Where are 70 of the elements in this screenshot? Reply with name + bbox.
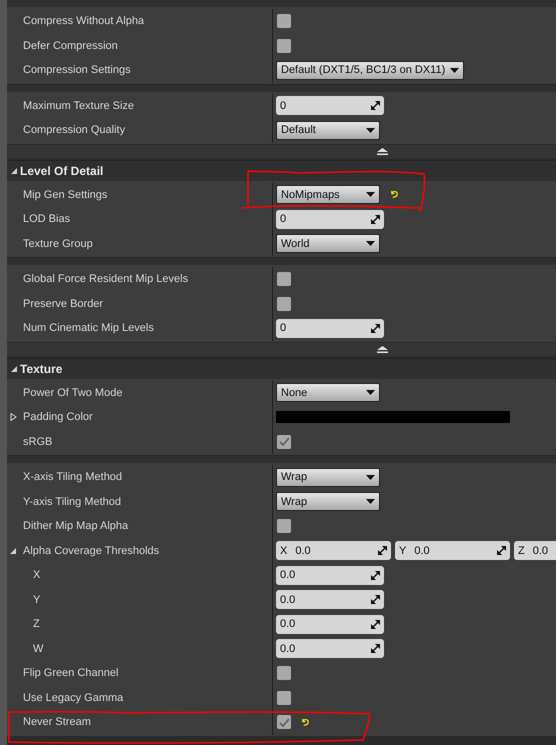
section-header[interactable]: Level Of Detail: [7, 160, 556, 180]
drag-arrows-icon: [378, 546, 387, 556]
property-label: X: [32, 568, 40, 583]
checkbox[interactable]: [277, 14, 291, 28]
property-label: Compression Quality: [22, 123, 126, 138]
number-field[interactable]: 0.0: [276, 614, 384, 634]
number-field[interactable]: 0: [276, 96, 384, 116]
color-swatch[interactable]: [276, 411, 510, 424]
property-label: Use Legacy Gamma: [22, 690, 124, 706]
dropdown-caret-icon: [450, 68, 459, 73]
dropdown[interactable]: Wrap: [276, 468, 380, 487]
drag-arrows-icon: [371, 644, 380, 654]
property-label: Mip Gen Settings: [22, 188, 108, 202]
property-label: Dither Mip Map Alpha: [22, 519, 128, 534]
checkbox[interactable]: [277, 38, 291, 53]
property-label: Compress Without Alpha: [22, 14, 144, 29]
property-label: LOD Bias: [22, 212, 70, 227]
dropdown[interactable]: None: [276, 383, 380, 402]
property-label: Defer Compression: [22, 38, 118, 54]
property-label: Y-axis Tiling Method: [22, 494, 122, 510]
number-field[interactable]: 0: [276, 318, 384, 338]
property-label: Compression Settings: [22, 63, 131, 78]
drag-arrows-icon: [497, 546, 506, 556]
drag-arrows-icon: [371, 570, 380, 580]
dropdown[interactable]: NoMipmaps: [276, 185, 380, 204]
property-label: Y: [32, 592, 40, 608]
section-header[interactable]: Texture: [7, 358, 556, 378]
dropdown-caret-icon: [366, 499, 375, 504]
drag-arrows-icon: [371, 214, 380, 224]
number-field[interactable]: 0.0: [276, 566, 384, 585]
checkbox[interactable]: [277, 272, 291, 286]
dropdown-caret-icon: [366, 474, 375, 480]
dropdown-caret-icon: [366, 192, 375, 198]
drag-arrows-icon: [371, 101, 380, 110]
number-field[interactable]: 0.0: [276, 590, 384, 610]
checkbox[interactable]: [277, 715, 291, 730]
property-label: Padding Color: [22, 410, 93, 425]
property-label: Z: [32, 617, 40, 632]
dropdown-caret-icon: [366, 241, 375, 246]
dropdown-caret-icon: [366, 128, 375, 133]
checkbox[interactable]: [277, 666, 291, 680]
checkbox[interactable]: [277, 519, 291, 534]
number-field[interactable]: 0.0: [276, 639, 384, 658]
property-label: Num Cinematic Mip Levels: [22, 321, 154, 336]
number-field[interactable]: X 0.0: [276, 541, 391, 560]
checkbox[interactable]: [277, 434, 291, 449]
dropdown[interactable]: World: [276, 234, 380, 254]
drag-arrows-icon: [371, 620, 380, 629]
number-field[interactable]: 0: [276, 210, 384, 229]
property-label: sRGB: [22, 434, 52, 450]
property-label: W: [32, 642, 44, 656]
drag-arrows-icon: [371, 595, 380, 604]
checkbox[interactable]: [277, 296, 291, 311]
dropdown[interactable]: Wrap: [276, 492, 380, 512]
dropdown[interactable]: Default: [276, 120, 380, 140]
property-label: Power Of Two Mode: [22, 386, 122, 400]
number-field[interactable]: Z 0.0: [514, 541, 556, 560]
number-field[interactable]: Y 0.0: [395, 541, 510, 560]
property-label: Preserve Border: [22, 296, 104, 312]
dropdown-caret-icon: [366, 390, 375, 396]
property-label: Texture Group: [22, 236, 93, 252]
property-label: Never Stream: [22, 715, 91, 730]
property-label: Maximum Texture Size: [22, 98, 134, 114]
property-label: Global Force Resident Mip Levels: [22, 272, 188, 287]
dropdown[interactable]: Default (DXT1/5, BC1/3 on DX11): [276, 60, 464, 80]
property-label: Flip Green Channel: [22, 666, 118, 681]
property-label: Alpha Coverage Thresholds: [22, 544, 160, 558]
checkbox[interactable]: [277, 690, 291, 705]
drag-arrows-icon: [371, 324, 380, 333]
property-label: X-axis Tiling Method: [22, 470, 122, 485]
